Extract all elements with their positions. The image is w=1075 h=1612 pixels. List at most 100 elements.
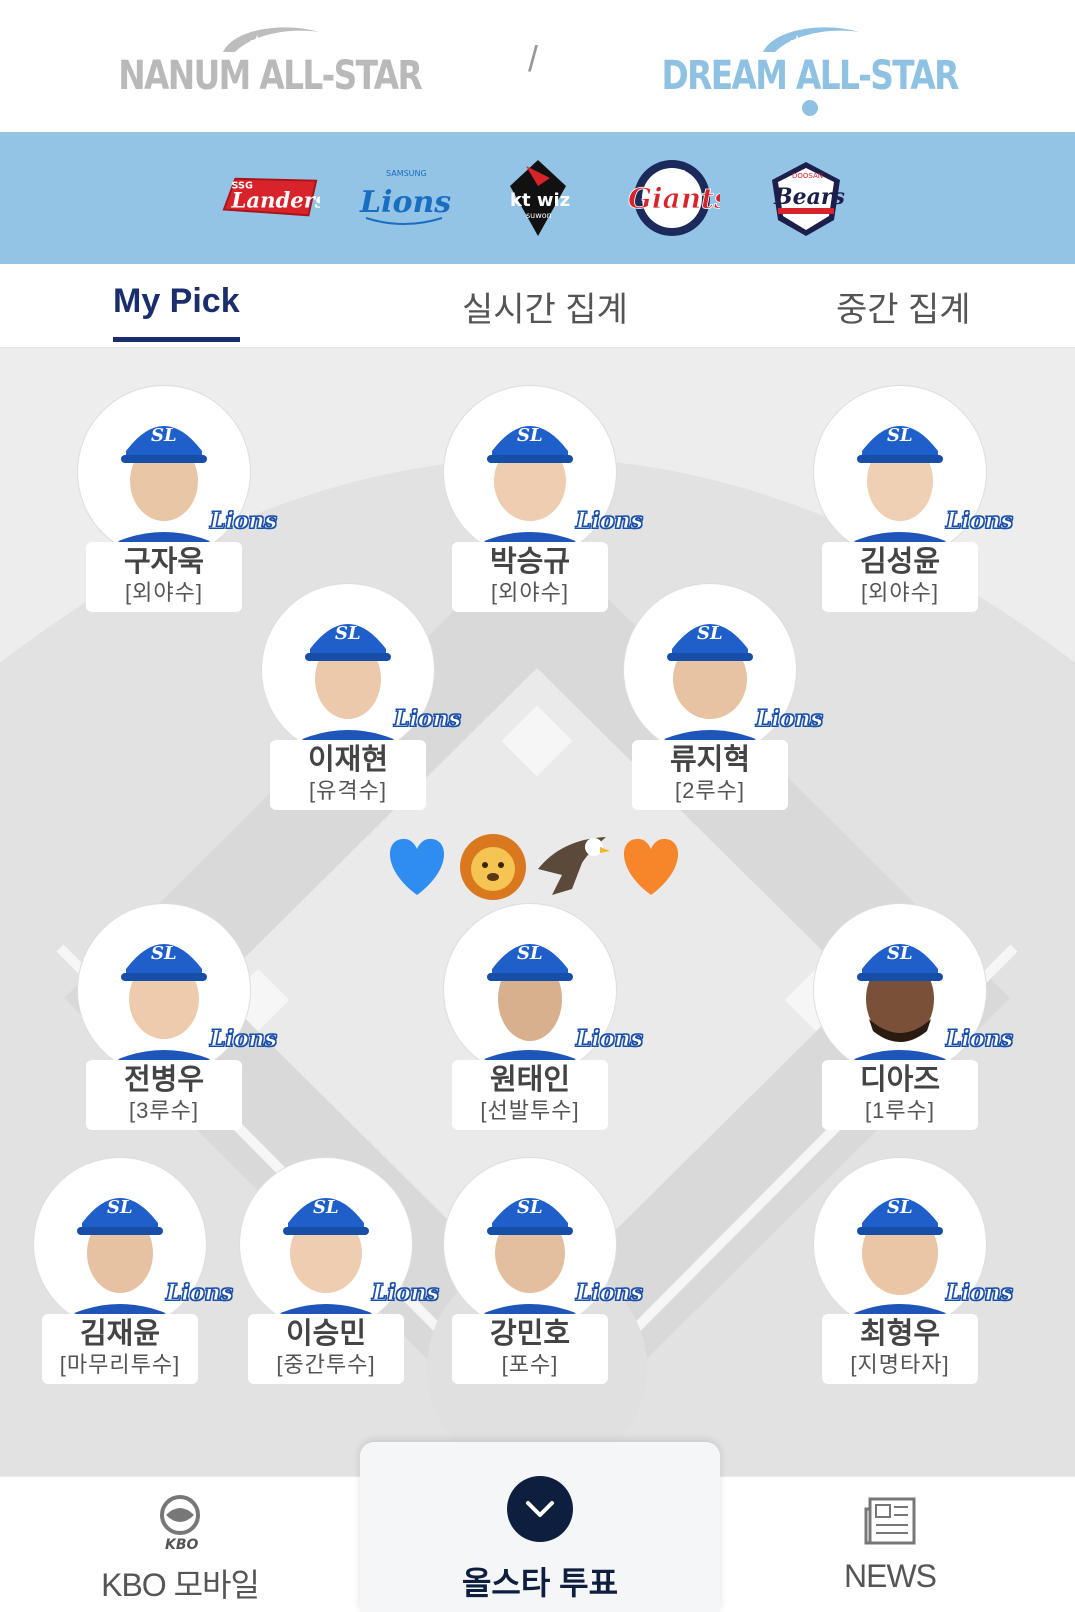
giants-wordmark: Giants — [628, 182, 720, 215]
player-nameplate: 최형우 [지명타자] — [822, 1314, 978, 1384]
cap-logo: SL — [697, 623, 723, 644]
player-nameplate: 박승규 [외야수] — [452, 542, 608, 612]
ktwiz-badge: suwon — [526, 211, 552, 220]
vote-label: 올스타 투표 — [461, 1565, 619, 1601]
player-name: 이승민 — [285, 1318, 367, 1350]
lions-tag-icon: Lions — [576, 1280, 644, 1307]
nanum-allstar-tab[interactable]: ★ NANUM ALL-STAR — [119, 22, 423, 122]
cap-logo: SL — [517, 1197, 543, 1218]
bears-logo-icon: DOOSAN Bears — [771, 162, 845, 236]
player-position: [외야수] — [125, 580, 203, 605]
lions-tag-icon: Lions — [946, 508, 1014, 535]
emoji-row — [380, 826, 690, 906]
ktwiz-logo-icon: kt wiz suwon — [509, 160, 570, 236]
lions-wordmark: Lions — [359, 185, 451, 220]
player-position: [외야수] — [491, 580, 569, 605]
result-tabs: My Pick 실시간 집계 중간 집계 — [0, 264, 1075, 348]
player-position: [3루수] — [129, 1098, 199, 1123]
player-position: [유격수] — [309, 778, 387, 803]
player-name: 박승규 — [489, 546, 571, 578]
cap-logo: SL — [517, 425, 543, 446]
tab-my-pick[interactable]: My Pick — [113, 282, 240, 342]
cap-logo: SL — [107, 1197, 133, 1218]
giants-logo-icon: LOTTE Giants — [627, 160, 720, 236]
player-name: 김성윤 — [859, 546, 941, 578]
player-nameplate: 이재현 [유격수] — [270, 740, 426, 810]
cap-logo: SL — [887, 943, 913, 964]
player-position: [포수] — [501, 1352, 559, 1377]
landers-logo-icon: SSG Landers — [221, 177, 320, 217]
lions-tag-icon: Lions — [372, 1280, 440, 1307]
nanum-allstar-label: NANUM ALL-STAR — [118, 53, 424, 99]
lions-tag-icon: Lions — [210, 508, 278, 535]
lions-tag-icon: Lions — [166, 1280, 234, 1307]
lions-tag-icon: Lions — [394, 706, 462, 733]
team-logo-landers[interactable]: SSG Landers — [220, 153, 320, 243]
player-position: [마무리투수] — [59, 1352, 181, 1377]
player-nameplate: 원태인 [선발투수] — [452, 1060, 608, 1130]
nav-allstar-vote[interactable]: 올스타 투표 — [360, 1442, 720, 1612]
landers-wordmark: Landers — [230, 188, 319, 213]
kbo-logo-text: KBO — [165, 1537, 199, 1551]
giants-badge: LOTTE — [660, 169, 685, 178]
player-name: 디아즈 — [859, 1064, 941, 1096]
tab-interim-count[interactable]: 중간 집계 — [836, 282, 971, 342]
player-position: [2루수] — [675, 778, 745, 803]
player-nameplate: 김재윤 [마무리투수] — [42, 1314, 198, 1384]
nav-news[interactable]: NEWS — [820, 1495, 960, 1595]
player-nameplate: 김성윤 [외야수] — [822, 542, 978, 612]
lions-tag-icon: Lions — [756, 706, 824, 733]
dream-allstar-tab[interactable]: ★ DREAM ALL-STAR — [662, 22, 960, 122]
blue-heart-icon — [389, 838, 445, 895]
player-nameplate: 구자욱 [외야수] — [86, 542, 242, 612]
vote-toggle-button[interactable] — [507, 1476, 573, 1542]
lions-badge: SAMSUNG — [386, 169, 427, 178]
chevron-down-icon — [526, 1501, 554, 1517]
cap-logo: SL — [151, 425, 177, 446]
nav-kbo-mobile[interactable]: KBO KBO 모바일 — [100, 1495, 260, 1606]
kbo-logo-icon: KBO — [160, 1495, 200, 1553]
lions-logo-icon: SAMSUNG Lions — [359, 169, 451, 225]
lion-face-icon — [460, 834, 526, 900]
dream-swoosh-icon: ★ — [763, 27, 859, 53]
orange-heart-icon — [623, 838, 679, 895]
cap-logo: SL — [335, 623, 361, 644]
league-header: ★ NANUM ALL-STAR / ★ DREAM ALL-STAR — [0, 0, 1075, 132]
cap-logo: SL — [517, 943, 543, 964]
team-logo-ktwiz[interactable]: kt wiz suwon — [488, 153, 588, 243]
newspaper-icon — [864, 1497, 916, 1545]
cap-logo: SL — [887, 1197, 913, 1218]
lions-tag-icon: Lions — [210, 1026, 278, 1053]
nav-kbo-label: KBO 모바일 — [101, 1567, 260, 1603]
svg-text:★: ★ — [249, 32, 265, 53]
tab-realtime-count[interactable]: 실시간 집계 — [462, 282, 628, 342]
bears-wordmark: Bears — [773, 184, 845, 210]
baseball-field: SL Lions 구자욱 [외야수] SL Lions 박승규 [외야수] SL… — [0, 348, 1075, 1476]
player-nameplate: 강민호 [포수] — [452, 1314, 608, 1384]
player-nameplate: 류지혁 [2루수] — [632, 740, 788, 810]
team-logo-bears[interactable]: DOOSAN Bears — [756, 153, 856, 243]
player-name: 원태인 — [489, 1064, 571, 1096]
player-position: [1루수] — [865, 1098, 935, 1123]
player-nameplate: 디아즈 [1루수] — [822, 1060, 978, 1130]
team-logo-band: SSG Landers SAMSUNG Lions kt wiz suwon L… — [0, 132, 1075, 264]
player-name: 최형우 — [859, 1318, 941, 1350]
player-name: 류지혁 — [669, 744, 751, 776]
team-logo-giants[interactable]: LOTTE Giants — [622, 153, 722, 243]
player-nameplate: 전병우 [3루수] — [86, 1060, 242, 1130]
eagle-icon — [538, 837, 610, 895]
bears-badge: DOOSAN — [792, 172, 823, 180]
svg-text:★: ★ — [789, 32, 805, 53]
team-logo-lions[interactable]: SAMSUNG Lions — [354, 153, 454, 243]
ktwiz-wordmark: kt wiz — [510, 190, 570, 211]
cap-logo: SL — [151, 943, 177, 964]
league-separator: / — [528, 38, 539, 79]
player-position: [지명타자] — [850, 1352, 950, 1377]
lions-tag-icon: Lions — [576, 508, 644, 535]
active-league-indicator — [802, 100, 818, 116]
lions-tag-icon: Lions — [576, 1026, 644, 1053]
cap-logo: SL — [313, 1197, 339, 1218]
cap-logo: SL — [887, 425, 913, 446]
nanum-swoosh-icon: ★ — [223, 27, 319, 53]
player-nameplate: 이승민 [중간투수] — [248, 1314, 404, 1384]
